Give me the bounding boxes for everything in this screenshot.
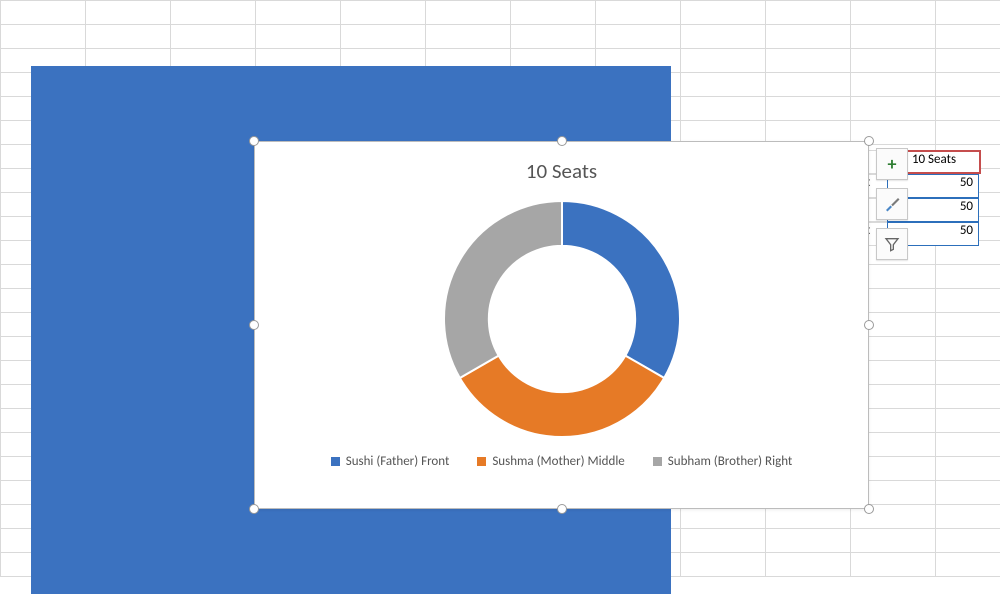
cell[interactable] — [851, 49, 936, 73]
legend-label: Sushi (Father) Front — [346, 454, 450, 469]
chart-legend: Sushi (Father) Front Sushma (Mother) Midd… — [255, 454, 868, 469]
cell[interactable] — [936, 337, 1000, 361]
cell[interactable] — [936, 73, 1000, 97]
source-data-cells: iti10 Seatsnt50dl50nt50 — [855, 150, 981, 246]
resize-handle-w[interactable] — [249, 320, 259, 330]
cell[interactable] — [766, 25, 851, 49]
cell[interactable] — [936, 361, 1000, 385]
cell[interactable] — [936, 25, 1000, 49]
cell[interactable] — [766, 553, 851, 577]
cell[interactable] — [511, 1, 596, 25]
chart-side-buttons — [876, 148, 908, 260]
resize-handle-nw[interactable] — [249, 136, 259, 146]
cell[interactable] — [766, 73, 851, 97]
cell[interactable] — [936, 481, 1000, 505]
cell[interactable] — [256, 1, 341, 25]
cell[interactable] — [681, 529, 766, 553]
cell[interactable] — [936, 265, 1000, 289]
legend-label: Subham (Brother) Right — [668, 454, 793, 469]
cell[interactable] — [681, 1, 766, 25]
chart-object[interactable]: 10 Seats Sushi (Father) Front Sushma (Mot… — [254, 141, 869, 509]
resize-handle-se[interactable] — [864, 504, 874, 514]
cell[interactable] — [766, 49, 851, 73]
cell[interactable] — [426, 1, 511, 25]
cell[interactable] — [851, 97, 936, 121]
cell[interactable] — [766, 1, 851, 25]
cell[interactable] — [936, 49, 1000, 73]
cell[interactable] — [766, 97, 851, 121]
cell[interactable] — [681, 97, 766, 121]
brush-icon — [883, 195, 901, 213]
donut-slice[interactable] — [459, 356, 663, 437]
cell[interactable] — [1, 1, 86, 25]
legend-item[interactable]: Subham (Brother) Right — [653, 454, 793, 469]
cell[interactable] — [256, 25, 341, 49]
cell[interactable] — [681, 73, 766, 97]
chart-styles-button[interactable] — [876, 188, 908, 220]
resize-handle-e[interactable] — [864, 320, 874, 330]
legend-swatch — [477, 457, 486, 466]
donut-slice[interactable] — [562, 201, 680, 378]
resize-handle-n[interactable] — [557, 136, 567, 146]
cell[interactable] — [936, 313, 1000, 337]
legend-swatch — [331, 457, 340, 466]
plus-icon — [888, 153, 897, 175]
cell[interactable] — [681, 49, 766, 73]
legend-swatch — [653, 457, 662, 466]
cell[interactable] — [171, 25, 256, 49]
cell[interactable] — [936, 121, 1000, 145]
cell[interactable] — [851, 73, 936, 97]
cell[interactable] — [936, 385, 1000, 409]
cell[interactable] — [851, 553, 936, 577]
donut-area — [255, 184, 868, 454]
cell[interactable] — [1, 25, 86, 49]
cell[interactable] — [426, 25, 511, 49]
cell[interactable] — [936, 289, 1000, 313]
cell[interactable] — [851, 1, 936, 25]
cell[interactable] — [851, 25, 936, 49]
cell[interactable] — [936, 505, 1000, 529]
cell[interactable] — [341, 25, 426, 49]
cell[interactable] — [936, 409, 1000, 433]
cell[interactable] — [936, 457, 1000, 481]
resize-handle-ne[interactable] — [864, 136, 874, 146]
cell[interactable] — [341, 1, 426, 25]
cell[interactable] — [681, 553, 766, 577]
cell[interactable] — [936, 529, 1000, 553]
cell[interactable] — [681, 25, 766, 49]
cell[interactable] — [596, 25, 681, 49]
resize-handle-sw[interactable] — [249, 504, 259, 514]
cell[interactable] — [936, 553, 1000, 577]
funnel-icon — [884, 236, 900, 252]
cell[interactable] — [766, 529, 851, 553]
chart-filter-button[interactable] — [876, 228, 908, 260]
legend-item[interactable]: Sushma (Mother) Middle — [477, 454, 624, 469]
resize-handle-s[interactable] — [557, 504, 567, 514]
cell[interactable] — [511, 25, 596, 49]
cell[interactable] — [171, 1, 256, 25]
chart-plot-area[interactable]: 10 Seats Sushi (Father) Front Sushma (Mot… — [254, 141, 869, 509]
donut-slice[interactable] — [444, 201, 562, 378]
cell[interactable] — [596, 1, 681, 25]
cell[interactable] — [936, 433, 1000, 457]
cell[interactable] — [86, 25, 171, 49]
chart-elements-button[interactable] — [876, 148, 908, 180]
chart-title: 10 Seats — [255, 142, 868, 184]
cell[interactable] — [936, 1, 1000, 25]
donut-chart — [442, 199, 682, 439]
cell[interactable] — [86, 1, 171, 25]
cell[interactable] — [936, 97, 1000, 121]
legend-item[interactable]: Sushi (Father) Front — [331, 454, 450, 469]
cell[interactable] — [851, 529, 936, 553]
legend-label: Sushma (Mother) Middle — [492, 454, 624, 469]
